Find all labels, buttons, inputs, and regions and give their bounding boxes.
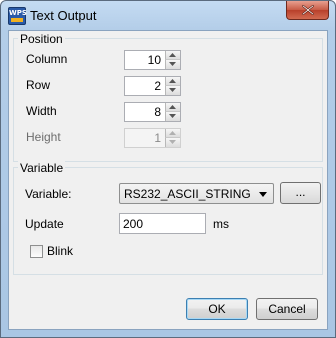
- title-bar[interactable]: WPS Text Output: [1, 1, 335, 31]
- row-decrement-button[interactable]: [165, 86, 180, 95]
- row-value[interactable]: 2: [154, 79, 161, 93]
- arrow-up-icon: [169, 131, 176, 135]
- cancel-button[interactable]: Cancel: [256, 298, 318, 320]
- arrow-up-icon: [169, 79, 176, 83]
- row-spinner[interactable]: 2: [124, 76, 181, 96]
- blink-label[interactable]: Blink: [47, 244, 73, 258]
- app-logo-icon: WPS: [8, 7, 27, 25]
- variable-label: Variable:: [25, 187, 72, 201]
- variable-select[interactable]: RS232_ASCII_STRING: [119, 183, 274, 204]
- update-label: Update: [25, 217, 64, 231]
- arrow-down-icon: [169, 140, 176, 144]
- arrow-up-icon: [169, 105, 176, 109]
- blink-checkbox[interactable]: [30, 245, 43, 258]
- column-increment-button[interactable]: [165, 51, 180, 60]
- column-spinner[interactable]: 10: [124, 50, 181, 70]
- close-icon: [302, 5, 314, 15]
- height-decrement-button: [165, 138, 180, 147]
- position-legend: Position: [18, 32, 65, 46]
- row-increment-button[interactable]: [165, 77, 180, 86]
- height-increment-button: [165, 129, 180, 138]
- height-spinner: 1: [124, 128, 181, 148]
- column-label: Column: [26, 52, 68, 66]
- width-decrement-button[interactable]: [165, 112, 180, 121]
- width-increment-button[interactable]: [165, 103, 180, 112]
- browse-variable-button[interactable]: ...: [280, 182, 321, 204]
- update-unit-label: ms: [213, 217, 229, 231]
- column-value[interactable]: 10: [148, 53, 161, 67]
- chevron-down-icon: [259, 192, 267, 197]
- width-label: Width: [26, 104, 57, 118]
- ok-button[interactable]: OK: [186, 298, 248, 320]
- variable-select-value[interactable]: RS232_ASCII_STRING: [124, 187, 251, 201]
- update-input[interactable]: 200: [119, 213, 206, 234]
- width-spinner[interactable]: 8: [124, 102, 181, 122]
- column-decrement-button[interactable]: [165, 60, 180, 69]
- update-value[interactable]: 200: [123, 217, 143, 231]
- height-value: 1: [154, 131, 161, 145]
- close-button[interactable]: [286, 1, 329, 20]
- text-output-dialog: WPS Text Output Position Column 10 Row 2…: [0, 0, 336, 338]
- arrow-down-icon: [169, 88, 176, 92]
- height-label: Height: [26, 130, 61, 144]
- width-value[interactable]: 8: [154, 105, 161, 119]
- arrow-down-icon: [169, 114, 176, 118]
- app-icon-text: WPS: [9, 9, 27, 17]
- dialog-client-area: Position Column 10 Row 2 Width 8 Height …: [8, 30, 328, 330]
- arrow-up-icon: [169, 53, 176, 57]
- window-title: Text Output: [30, 8, 97, 23]
- variable-legend: Variable: [18, 161, 66, 175]
- position-group: Position Column 10 Row 2 Width 8 Height …: [13, 32, 323, 162]
- arrow-down-icon: [169, 62, 176, 66]
- row-label: Row: [26, 78, 51, 92]
